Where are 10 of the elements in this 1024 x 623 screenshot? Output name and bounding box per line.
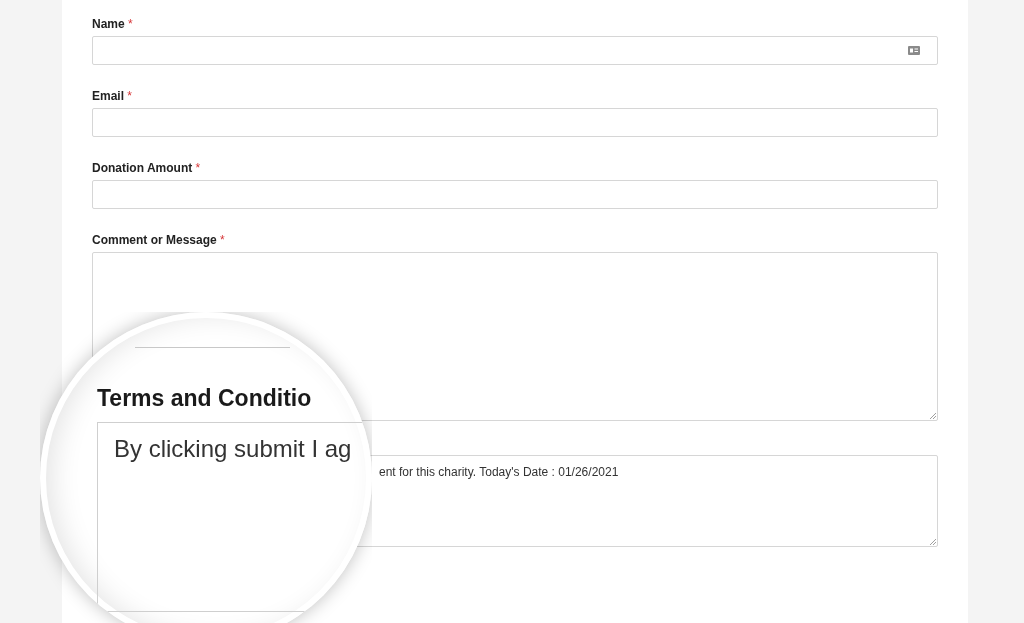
field-label: Terms and Conditio <box>97 385 312 411</box>
field-label: Comment or Message * <box>92 232 225 249</box>
field-label: Donation Amount * <box>92 160 201 177</box>
required-asterisk: * <box>220 233 225 247</box>
field-label: Name * <box>92 16 133 33</box>
text-area-value: ent for this charity. Today's Date : 01/26/2021 <box>379 465 619 479</box>
required-asterisk: * <box>128 17 133 31</box>
required-asterisk: * <box>195 161 201 175</box>
required-asterisk: * <box>127 89 133 103</box>
field-label: Email * <box>92 88 133 105</box>
